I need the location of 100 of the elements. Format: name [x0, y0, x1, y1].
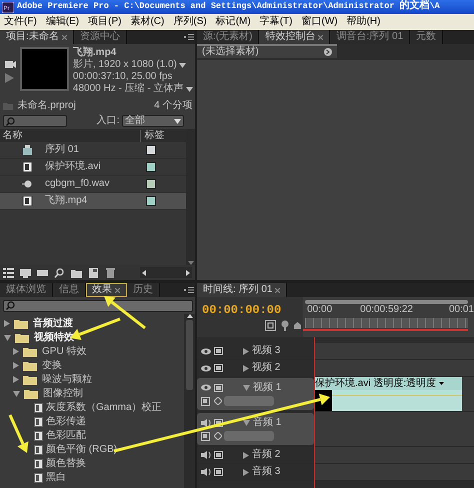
- panel-menu-icon[interactable]: [184, 34, 194, 40]
- camera-icon[interactable]: [4, 59, 16, 68]
- effect-item[interactable]: 色彩传递: [0, 414, 184, 428]
- folder-item[interactable]: 图像控制: [0, 386, 184, 400]
- panel-tab[interactable]: 时间线: 序列 01: [197, 283, 288, 297]
- panel-tab[interactable]: 历史: [127, 283, 160, 297]
- close-icon[interactable]: [275, 288, 280, 292]
- speaker-icon[interactable]: [201, 451, 211, 459]
- effect-item[interactable]: 颜色替换: [0, 456, 184, 470]
- caret-icon[interactable]: [186, 86, 193, 92]
- menu-item[interactable]: 窗口(W): [301, 16, 338, 28]
- expand-arrow-icon[interactable]: [4, 320, 10, 327]
- sync-lock-icon[interactable]: [214, 418, 223, 427]
- scroll-right-icon[interactable]: [186, 270, 190, 276]
- keyframe-icon[interactable]: [214, 432, 222, 440]
- panel-menu-icon[interactable]: [184, 287, 194, 293]
- expand-arrow-icon[interactable]: [243, 364, 249, 372]
- lock-icon[interactable]: [294, 322, 301, 329]
- folder-item[interactable]: GPU 特效: [0, 344, 184, 358]
- eye-icon[interactable]: [201, 364, 211, 372]
- icon-view-icon[interactable]: [20, 268, 31, 278]
- play-icon[interactable]: [4, 73, 14, 83]
- effect-item[interactable]: 黑白: [0, 470, 184, 484]
- track-header[interactable]: 视频 2: [197, 360, 314, 376]
- marker-icon[interactable]: [280, 320, 289, 331]
- menu-item[interactable]: 项目(P): [88, 16, 122, 28]
- caret-icon[interactable]: [438, 382, 444, 385]
- menu-item[interactable]: 素材(C): [130, 16, 164, 28]
- track-header[interactable]: 音频 2: [197, 447, 314, 463]
- column-header[interactable]: 标签: [140, 130, 184, 142]
- display-style-icon[interactable]: [201, 432, 211, 441]
- search-field[interactable]: [2, 300, 192, 312]
- menu-item[interactable]: 文件(F): [4, 16, 37, 28]
- effect-item[interactable]: 灰度系数（Gamma）校正: [0, 400, 184, 414]
- scroll-up-icon[interactable]: [186, 314, 192, 318]
- panel-tab[interactable]: 特效控制台: [259, 30, 330, 44]
- expand-arrow-icon[interactable]: [13, 348, 19, 355]
- track-header[interactable]: 视频 1: [197, 378, 314, 410]
- panel-tab[interactable]: 元数: [410, 30, 444, 44]
- track-header[interactable]: 视频 3: [197, 343, 314, 359]
- eye-icon[interactable]: [201, 384, 211, 392]
- trash-icon[interactable]: [105, 268, 116, 278]
- scroll-left-icon[interactable]: [142, 270, 146, 276]
- panel-tab[interactable]: 调音台:序列 01: [330, 30, 410, 44]
- folder-item[interactable]: 噪波与颗粒: [0, 372, 184, 386]
- expand-arrow-icon[interactable]: [13, 362, 19, 369]
- speaker-icon[interactable]: [201, 418, 211, 427]
- menu-item[interactable]: 帮助(H): [346, 16, 380, 28]
- collapse-arrow-icon[interactable]: [13, 390, 20, 396]
- keyframe-icon[interactable]: [214, 397, 222, 406]
- column-header[interactable]: 名称: [2, 130, 140, 142]
- expand-arrow-icon[interactable]: [243, 452, 249, 458]
- effect-item[interactable]: 色彩匹配: [0, 428, 184, 442]
- speaker-icon[interactable]: [201, 468, 211, 476]
- panel-tab[interactable]: 源:(无素材): [197, 30, 260, 44]
- entry-dropdown[interactable]: 全部: [122, 115, 184, 127]
- project-item[interactable]: 保护环境.avi: [0, 159, 186, 176]
- list-view-icon[interactable]: [3, 268, 14, 278]
- expand-arrow-icon[interactable]: [243, 468, 249, 476]
- caret-icon[interactable]: [179, 62, 186, 68]
- menu-item[interactable]: 编辑(E): [46, 16, 80, 28]
- panel-tab[interactable]: 信息: [53, 283, 86, 297]
- sync-lock-icon[interactable]: [214, 384, 223, 392]
- search-icon[interactable]: [54, 268, 65, 278]
- navigate-icon[interactable]: [324, 48, 332, 56]
- expand-arrow-icon[interactable]: [243, 348, 249, 354]
- collapse-arrow-icon[interactable]: [4, 334, 11, 340]
- menu-item[interactable]: 序列(S): [173, 16, 207, 28]
- panel-tab[interactable]: 效果: [86, 283, 127, 297]
- close-icon[interactable]: [318, 34, 324, 40]
- eye-icon[interactable]: [201, 348, 211, 354]
- project-item[interactable]: 飞翔.mp4: [0, 193, 186, 210]
- search-field[interactable]: [2, 115, 66, 127]
- snap-icon[interactable]: [264, 320, 276, 331]
- effect-icon: [34, 444, 43, 454]
- video-clip[interactable]: 保护环境.avi 透明度:透明度: [314, 377, 462, 411]
- track-header[interactable]: 音频 1: [197, 413, 314, 445]
- panel-tab[interactable]: 媒体浏览: [0, 283, 53, 297]
- project-item[interactable]: 序列 01: [0, 142, 186, 159]
- folder-icon[interactable]: [71, 268, 82, 278]
- panel-tab[interactable]: 项目:未命名: [0, 30, 74, 44]
- timecode[interactable]: 00:00:00:00: [202, 303, 304, 318]
- collapse-arrow-icon[interactable]: [243, 384, 250, 391]
- track-header[interactable]: 音频 3: [197, 464, 314, 480]
- display-style-icon[interactable]: [201, 396, 211, 406]
- menu-item[interactable]: 标记(M): [216, 16, 251, 28]
- collapse-arrow-icon[interactable]: [243, 420, 250, 426]
- horizontal-scrollbar[interactable]: [140, 267, 192, 278]
- close-icon[interactable]: [62, 34, 67, 40]
- scrollbar-thumb[interactable]: [186, 320, 193, 390]
- time-ruler[interactable]: 00:00 00:00:59:22 00:01: [303, 297, 474, 337]
- menu-item[interactable]: 字幕(T): [260, 16, 292, 28]
- folder-item[interactable]: 音频过渡: [0, 316, 184, 330]
- storyboard-icon[interactable]: [37, 268, 48, 278]
- close-icon[interactable]: [115, 288, 120, 292]
- expand-arrow-icon[interactable]: [13, 376, 19, 383]
- folder-item[interactable]: 变换: [0, 358, 184, 372]
- effect-item[interactable]: 颜色平衡 (RGB): [0, 442, 184, 456]
- new-item-icon[interactable]: [88, 268, 99, 278]
- panel-tab[interactable]: 资源中心: [74, 30, 127, 44]
